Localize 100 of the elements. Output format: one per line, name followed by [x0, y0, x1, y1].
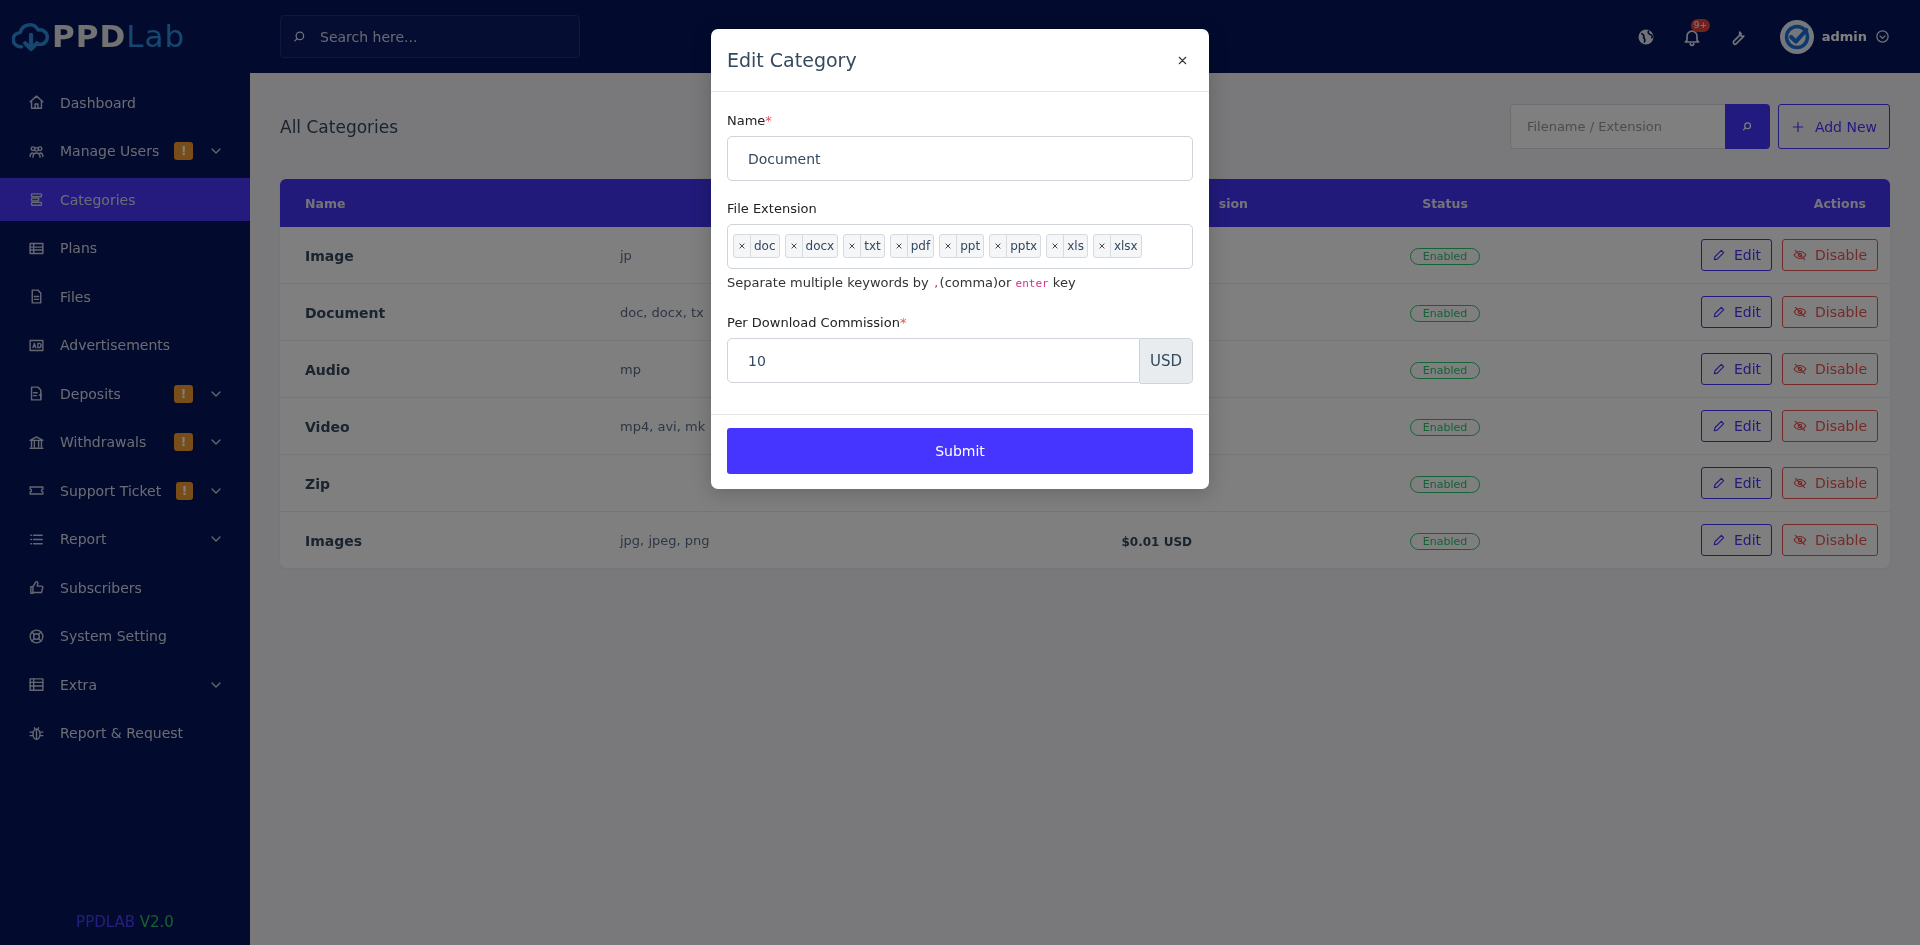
column-header: Actions: [1813, 195, 1866, 211]
table-cell: jpg, jpeg, png: [620, 532, 710, 548]
field-label: Name: [727, 113, 766, 128]
search-box[interactable]: Search here...: [280, 15, 580, 58]
sidebar-item[interactable]: Plans: [0, 226, 250, 270]
tag-label: txt: [863, 238, 882, 255]
pencil-icon: [1711, 476, 1726, 490]
plus-icon: [1790, 119, 1805, 134]
sidebar-item[interactable]: Manage Users !: [0, 129, 250, 173]
avatar[interactable]: [1779, 19, 1814, 54]
add-new-button[interactable]: Add New: [1777, 104, 1890, 149]
alert-badge: !: [174, 142, 193, 160]
sidebar-item[interactable]: Deposits !: [0, 372, 250, 415]
sidebar-item[interactable]: System Setting: [0, 614, 250, 658]
sidebar-item[interactable]: Report & Request: [0, 711, 250, 755]
disable-button[interactable]: Disable: [1782, 410, 1878, 442]
eye-slash-icon: [1793, 305, 1808, 319]
column-header: Status: [1422, 195, 1468, 211]
sidebar-item[interactable]: Support Ticket !: [0, 469, 250, 512]
table-cell: Audio: [305, 361, 351, 378]
sidebar-item[interactable]: Files: [0, 275, 250, 318]
sidebar-item[interactable]: Report: [0, 517, 250, 561]
table-icon: [28, 676, 45, 693]
table-cell: $0.01 USD: [1121, 534, 1192, 549]
column-header: sion: [1218, 195, 1248, 211]
sidebar-item[interactable]: Withdrawals !: [0, 420, 250, 464]
edit-button[interactable]: Edit: [1700, 524, 1773, 556]
page-title: All Categories: [280, 116, 399, 137]
edit-button[interactable]: Edit: [1700, 353, 1773, 385]
edit-button[interactable]: Edit: [1700, 467, 1773, 499]
table-cell: jp: [620, 247, 632, 263]
sidebar-item[interactable]: Categories: [0, 178, 250, 221]
eye-slash-icon: [1793, 476, 1808, 490]
sidebar-item[interactable]: Extra: [0, 663, 250, 706]
table-cell: Document: [305, 304, 386, 321]
sidebar-item[interactable]: Subscribers: [0, 566, 250, 609]
x-icon: [893, 241, 904, 251]
x-icon: [943, 241, 954, 251]
required-mark: *: [899, 315, 907, 330]
bank-icon: [28, 433, 45, 451]
user-name[interactable]: admin: [1821, 29, 1867, 44]
x-icon: [847, 241, 858, 251]
disable-button[interactable]: Disable: [1782, 467, 1878, 499]
table-cell: mp4, avi, mk: [620, 418, 706, 434]
edit-button[interactable]: Edit: [1700, 410, 1773, 442]
x-icon: [993, 241, 1004, 251]
invoice-icon: [28, 385, 45, 402]
table-cell: Video: [305, 418, 350, 435]
table-cell: mp: [620, 361, 641, 377]
search-button[interactable]: [1724, 104, 1770, 149]
tag-label: ppt: [959, 238, 982, 255]
pencil-icon: [1711, 305, 1726, 319]
table-cell: Image: [305, 247, 354, 264]
submit-button[interactable]: Submit: [727, 428, 1193, 474]
disable-button[interactable]: Disable: [1782, 239, 1878, 271]
sidebar-item[interactable]: Dashboard: [0, 81, 250, 124]
disable-button[interactable]: Disable: [1782, 296, 1878, 328]
tag-label: pdf: [909, 238, 932, 255]
home-icon: [28, 94, 45, 111]
table-cell: Zip: [305, 475, 330, 492]
tag-label: docx: [804, 238, 836, 255]
required-mark: *: [765, 113, 772, 128]
thumbs-up-icon: [28, 579, 45, 596]
tag-label: xls: [1066, 238, 1085, 255]
input-field[interactable]: 10: [727, 338, 1140, 383]
x-icon: [788, 241, 799, 251]
brand-text: PPDLAB: [76, 913, 135, 931]
check-icon: [1782, 22, 1811, 51]
table-cell: Images: [305, 532, 363, 549]
alert-badge: !: [174, 384, 193, 403]
tag-label: doc: [753, 238, 777, 255]
edit-button[interactable]: Edit: [1700, 296, 1773, 328]
x-icon: [1050, 241, 1061, 251]
field-label: Per Download Commission: [727, 315, 900, 330]
eye-slash-icon: [1793, 533, 1808, 547]
tags-field[interactable]: doc docx txt pdf ppt pptx xls xlsx: [727, 224, 1193, 269]
pencil-icon: [1711, 419, 1726, 433]
lifebuoy-icon: [28, 627, 45, 645]
x-icon: [1096, 241, 1107, 251]
eye-slash-icon: [1793, 248, 1808, 262]
tag-label: pptx: [1009, 238, 1039, 255]
logo-text: PPD: [52, 17, 127, 54]
pencil-icon: [1711, 533, 1726, 547]
logo-text: Lab: [126, 17, 186, 54]
edit-button[interactable]: Edit: [1700, 239, 1773, 271]
help-text: Separate multiple keywords by ,(comma)or enter key: [727, 275, 1077, 290]
eye-slash-icon: [1793, 419, 1808, 433]
alert-badge: !: [176, 481, 193, 500]
sidebar-item[interactable]: Advertisements: [0, 323, 250, 367]
disable-button[interactable]: Disable: [1782, 353, 1878, 385]
tag-label: xlsx: [1112, 238, 1139, 255]
bug-icon: [28, 724, 45, 742]
pencil-icon: [1711, 248, 1726, 262]
search-field[interactable]: Search here...: [318, 27, 567, 46]
chevron-circle-icon: [1875, 29, 1890, 44]
input-field[interactable]: Document: [727, 136, 1193, 181]
alert-badge: !: [174, 433, 193, 451]
version-text: V2.0: [139, 913, 174, 931]
disable-button[interactable]: Disable: [1782, 524, 1878, 556]
eye-slash-icon: [1793, 362, 1808, 376]
